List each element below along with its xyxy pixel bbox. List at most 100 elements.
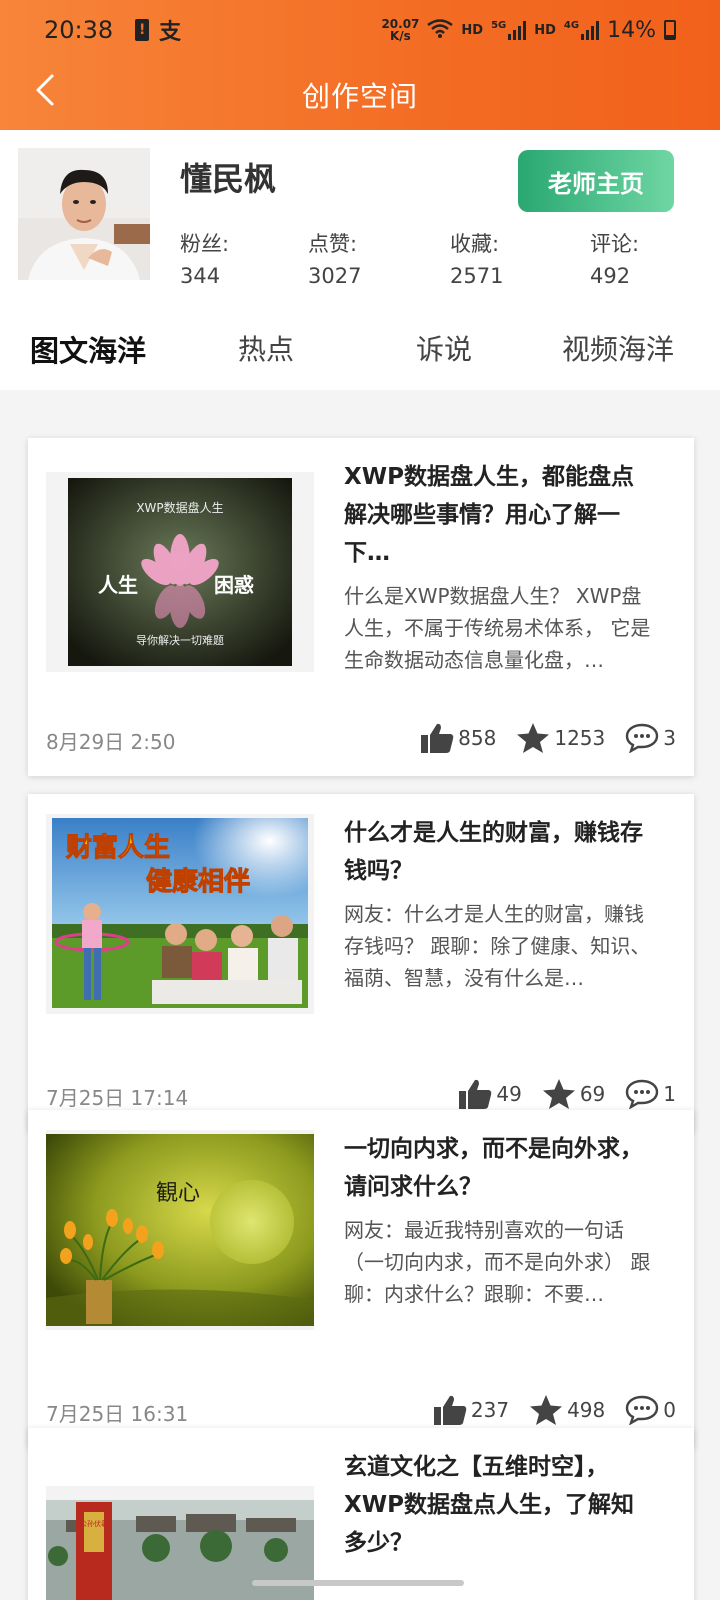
comment-icon [626, 1079, 659, 1109]
favorite-count-value: 498 [567, 1398, 606, 1422]
stat-favorites-label: 收藏: [450, 232, 500, 256]
thumb-up-icon [421, 723, 454, 753]
hd-label-1: HD [461, 22, 484, 38]
temple-sign: 公孙伏羲 [80, 1519, 108, 1528]
post-card[interactable]: 観心 一切向内求，而不是向外求，请问求什么？ 网友：最近我特别喜欢的一句话（一切… [28, 1110, 694, 1448]
signal-4g-icon: 4G [563, 20, 600, 40]
status-bar: 20:38 ! 支 20.07 K/s HD 5G HD 4G 14% [0, 0, 720, 60]
page-title: 创作空间 [301, 80, 418, 113]
comment-icon [626, 1395, 659, 1425]
post-date: 7月25日 17:14 [46, 1086, 189, 1110]
post-title[interactable]: 玄道文化之【五维时空】，XWP数据盘点人生，了解知多少？ [344, 1448, 654, 1562]
tab-hot[interactable]: 热点 [238, 328, 294, 368]
stat-fans[interactable]: 粉丝: 344 [180, 228, 229, 288]
star-icon [530, 1395, 563, 1425]
post-summary: 什么是XWP数据盘人生？ XWP盘人生，不属于传统易术体系， 它是生命数据动态信… [344, 584, 651, 672]
stat-likes-label: 点赞: [308, 232, 358, 256]
battery-icon [664, 20, 676, 40]
family-image: 财富人生 健康相伴 [46, 814, 314, 1014]
lotus-caption-top: XWP数据盘人生 [136, 500, 223, 515]
comment-count[interactable]: 0 [625, 1395, 676, 1425]
post-date: 8月29日 2:50 [46, 730, 176, 754]
post-title[interactable]: 什么才是人生的财富，赚钱存钱吗？ [344, 814, 654, 890]
comment-count[interactable]: 1 [625, 1079, 676, 1109]
nav-bar: 创作空间 [0, 60, 720, 130]
home-indicator[interactable] [252, 1580, 464, 1586]
content-tabs: 图文海洋 热点 诉说 视频海洋 [0, 310, 720, 390]
avatar[interactable] [18, 148, 150, 280]
stat-likes-value: 3027 [308, 264, 362, 288]
like-count-value: 858 [458, 726, 497, 750]
post-thumbnail[interactable]: 财富人生 健康相伴 [46, 814, 314, 1014]
post-thumbnail[interactable]: XWP数据盘人生 人生 困惑 导你解决一切难题 [46, 472, 314, 672]
post-card[interactable]: XWP数据盘人生 人生 困惑 导你解决一切难题 XWP数据盘人生，都能盘点解决哪… [28, 438, 694, 776]
thumb-up-icon [433, 1395, 467, 1425]
user-name: 懂民枫 [180, 160, 277, 198]
lotus-caption-bottom: 导你解决一切难题 [136, 633, 224, 647]
post-card[interactable]: 公孙伏羲 玄道文化之【五维时空】，XWP数据盘点人生，了解知多少？ [28, 1428, 694, 1600]
comment-count-value: 3 [663, 726, 676, 750]
battery-alert-icon: ! [135, 19, 150, 41]
app-header: 20:38 ! 支 20.07 K/s HD 5G HD 4G 14% 创作空间 [0, 0, 720, 130]
comment-count-value: 0 [663, 1398, 676, 1422]
favorite-count[interactable]: 498 [529, 1394, 605, 1426]
alipay-icon: 支 [159, 20, 182, 45]
stat-favorites[interactable]: 收藏: 2571 [450, 228, 503, 288]
stat-comments-value: 492 [590, 264, 631, 288]
lotus-caption-right: 困惑 [214, 573, 254, 597]
tab-graphic-ocean[interactable]: 图文海洋 [30, 328, 146, 370]
stat-comments-label: 评论: [590, 232, 640, 256]
star-icon [542, 1079, 575, 1109]
post-footer: 8月29日 2:50 858 1253 3 [46, 718, 676, 758]
status-left: 20:38 ! 支 [44, 14, 181, 46]
post-metrics: 858 1253 3 [420, 718, 676, 758]
post-thumbnail[interactable]: 観心 [46, 1130, 314, 1330]
thumb-up-icon [459, 1079, 492, 1109]
stat-comments[interactable]: 评论: 492 [590, 228, 639, 288]
stat-likes[interactable]: 点赞: 3027 [308, 228, 361, 288]
back-button[interactable] [28, 68, 68, 112]
network-speed: 20.07 K/s [381, 18, 419, 42]
family-caption-line2: 健康相伴 [146, 866, 250, 897]
post-footer: 7月25日 17:14 49 69 1 [46, 1074, 676, 1114]
like-count[interactable]: 237 [433, 1394, 509, 1426]
like-count[interactable]: 49 [458, 1078, 522, 1110]
avatar-photo [18, 148, 150, 280]
like-count-value: 237 [470, 1398, 510, 1422]
favorite-count[interactable]: 69 [542, 1078, 605, 1110]
favorite-count-value: 69 [579, 1082, 606, 1106]
battery-percent: 14% [607, 17, 656, 43]
like-count-value: 49 [496, 1082, 522, 1106]
status-time: 20:38 [44, 16, 114, 44]
wifi-icon [427, 18, 454, 43]
comment-count[interactable]: 3 [625, 723, 676, 753]
favorite-count[interactable]: 1253 [516, 722, 605, 754]
hd-label-2: HD [534, 22, 556, 38]
post-card[interactable]: 财富人生 健康相伴 什么才是人生的财富，赚钱存钱吗？ 网友：什么才是人生的财富，… [28, 794, 694, 1132]
tab-tell[interactable]: 诉说 [416, 328, 472, 368]
post-summary: 网友：最近我特别喜欢的一句话（一切向内求，而不是向外求） 跟聊：内求什么？跟聊：… [344, 1218, 651, 1306]
favorite-count-value: 1253 [554, 726, 606, 750]
like-count[interactable]: 858 [420, 722, 496, 754]
back-chevron-icon [36, 74, 54, 106]
post-title[interactable]: XWP数据盘人生，都能盘点解决哪些事情？用心了解一下… [344, 458, 654, 572]
post-summary: 网友：什么才是人生的财富，赚钱存钱吗？ 跟聊：除了健康、知识、福荫、智慧，没有什… [344, 902, 651, 990]
star-icon [517, 723, 550, 753]
signal-4g-tag: 4G [563, 20, 580, 31]
post-date: 7月25日 16:31 [46, 1402, 189, 1426]
signal-5g-tag: 5G [491, 20, 507, 31]
lotus-image: XWP数据盘人生 人生 困惑 导你解决一切难题 [46, 472, 314, 672]
post-title[interactable]: 一切向内求，而不是向外求，请问求什么？ [344, 1130, 654, 1206]
status-right: 20.07 K/s HD 5G HD 4G 14% [381, 18, 676, 43]
signal-5g-icon: 5G [491, 20, 527, 40]
tab-video-ocean[interactable]: 视频海洋 [562, 328, 674, 368]
stat-fans-value: 344 [180, 264, 221, 288]
post-metrics: 237 498 0 [433, 1390, 676, 1430]
teacher-homepage-button[interactable]: 老师主页 [518, 150, 674, 212]
comment-count-value: 1 [663, 1082, 676, 1106]
comment-icon [626, 723, 659, 753]
calligraphy-text: 観心 [156, 1181, 200, 1206]
lotus-caption-left: 人生 [98, 573, 138, 597]
profile-stats: 粉丝: 344 点赞: 3027 收藏: 2571 评论: 492 [180, 228, 700, 298]
post-footer: 7月25日 16:31 237 498 0 [46, 1390, 676, 1430]
